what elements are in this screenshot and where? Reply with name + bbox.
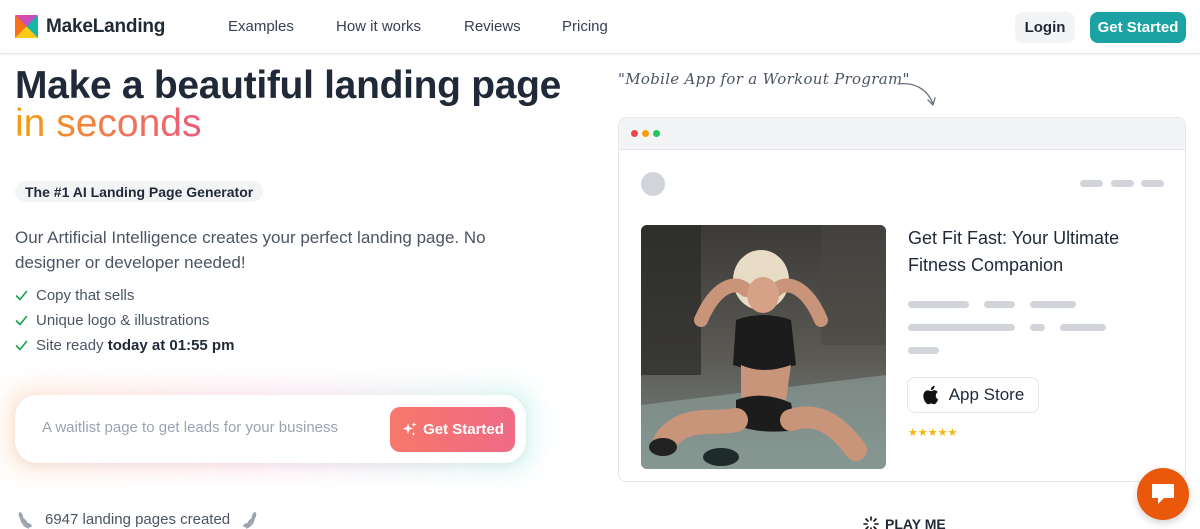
feature-item: Site ready today at 01:55 pm bbox=[15, 337, 234, 354]
mock-nav-placeholder bbox=[1080, 180, 1103, 187]
check-icon bbox=[15, 340, 28, 351]
mock-text-placeholder bbox=[908, 347, 939, 354]
generate-label: Get Started bbox=[423, 421, 504, 438]
laurel-left-icon bbox=[18, 512, 32, 529]
logo-icon bbox=[15, 15, 38, 38]
mock-text-placeholder bbox=[908, 324, 1015, 331]
feature-item: Copy that sells bbox=[15, 287, 134, 304]
mock-text-placeholder bbox=[1060, 324, 1106, 331]
chat-widget-button[interactable] bbox=[1137, 468, 1189, 520]
prompt-input[interactable] bbox=[42, 419, 382, 436]
pages-counter: 6947 landing pages created bbox=[15, 508, 260, 529]
play-label: PLAY ME bbox=[885, 516, 946, 529]
hero-description: Our Artificial Intelligence creates your… bbox=[15, 228, 486, 272]
chat-icon bbox=[1152, 484, 1174, 504]
mock-headline: Get Fit Fast: Your Ultimate Fitness Comp… bbox=[908, 228, 1120, 275]
mock-nav-placeholder bbox=[1111, 180, 1134, 187]
mock-text-placeholder bbox=[908, 301, 969, 308]
fitness-photo bbox=[641, 225, 886, 469]
laurel-right-icon bbox=[243, 512, 257, 529]
check-icon bbox=[15, 290, 28, 301]
minimize-dot-icon bbox=[642, 130, 649, 137]
get-started-button[interactable]: Get Started bbox=[1090, 12, 1186, 43]
mock-text-placeholder bbox=[1030, 324, 1045, 331]
logo[interactable]: MakeLanding bbox=[15, 15, 165, 38]
fitness-image bbox=[641, 225, 886, 469]
browser-mockup: Get Fit Fast: Your Ultimate Fitness Comp… bbox=[618, 117, 1186, 482]
feature-text: Site ready today at 01:55 pm bbox=[36, 337, 235, 354]
feature-text: Copy that sells bbox=[36, 287, 135, 304]
feature-item: Unique logo & illustrations bbox=[15, 312, 209, 329]
generate-button[interactable]: Get Started bbox=[390, 407, 515, 452]
hero-title-highlight: in seconds bbox=[15, 102, 202, 145]
prompt-box: Get Started bbox=[15, 395, 526, 463]
maximize-dot-icon bbox=[653, 130, 660, 137]
login-button[interactable]: Login bbox=[1015, 12, 1075, 43]
nav-examples[interactable]: Examples bbox=[228, 18, 294, 35]
rating-stars: ★★★★★ bbox=[908, 427, 958, 439]
curved-arrow-icon bbox=[897, 82, 936, 106]
nav-how-it-works[interactable]: How it works bbox=[336, 18, 421, 35]
sparkle-icon bbox=[402, 422, 417, 436]
sparkle-icon bbox=[863, 516, 879, 529]
mock-text-placeholder bbox=[984, 301, 1015, 308]
hero-badge: The #1 AI Landing Page Generator bbox=[15, 181, 264, 202]
nav-reviews[interactable]: Reviews bbox=[464, 18, 521, 35]
mock-nav-placeholder bbox=[1141, 180, 1164, 187]
apple-icon bbox=[923, 385, 938, 405]
ready-time: today at 01:55 pm bbox=[107, 337, 235, 354]
close-dot-icon bbox=[631, 130, 638, 137]
mock-text-placeholder bbox=[1030, 301, 1076, 308]
play-button[interactable]: PLAY ME bbox=[863, 516, 946, 529]
app-store-button[interactable]: App Store bbox=[907, 377, 1039, 413]
browser-titlebar bbox=[619, 118, 1185, 150]
feature-text: Unique logo & illustrations bbox=[36, 312, 210, 329]
brand-name: MakeLanding bbox=[46, 15, 166, 37]
check-icon bbox=[15, 315, 28, 326]
top-navbar: MakeLanding Examples How it works Review… bbox=[0, 0, 1200, 54]
example-prompt-note: "Mobile App for a Workout Program" bbox=[618, 70, 910, 88]
mock-logo-placeholder bbox=[641, 172, 665, 196]
app-store-label: App Store bbox=[948, 385, 1025, 404]
counter-text: 6947 landing pages created bbox=[45, 510, 231, 528]
nav-pricing[interactable]: Pricing bbox=[562, 18, 608, 35]
